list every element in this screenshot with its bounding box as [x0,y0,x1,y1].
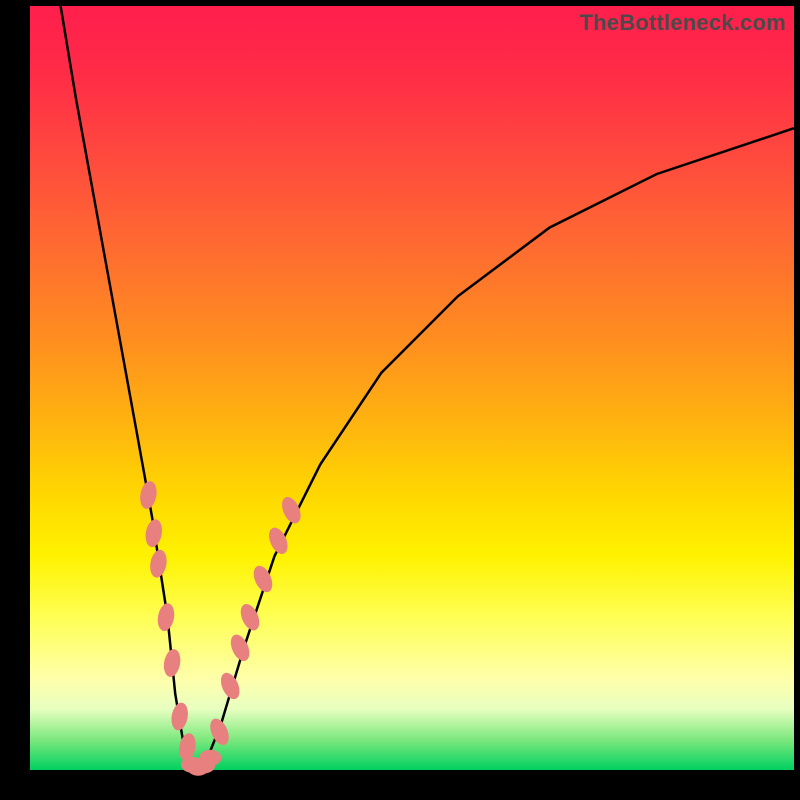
bead-marker [217,670,243,702]
bead-marker [169,701,190,731]
bead-marker [199,750,221,766]
bead-marker [148,549,169,579]
chart-svg [30,6,794,770]
bead-marker [156,602,177,632]
bead-marker [278,494,304,526]
bead-marker [143,518,164,548]
bead-marker [162,648,183,678]
bead-marker [250,563,276,595]
outer-frame: TheBottleneck.com [0,0,800,800]
bead-marker [138,480,159,510]
bead-markers [138,480,304,776]
bead-marker [227,632,253,664]
plot-area: TheBottleneck.com [30,6,794,770]
bead-marker [206,716,232,748]
